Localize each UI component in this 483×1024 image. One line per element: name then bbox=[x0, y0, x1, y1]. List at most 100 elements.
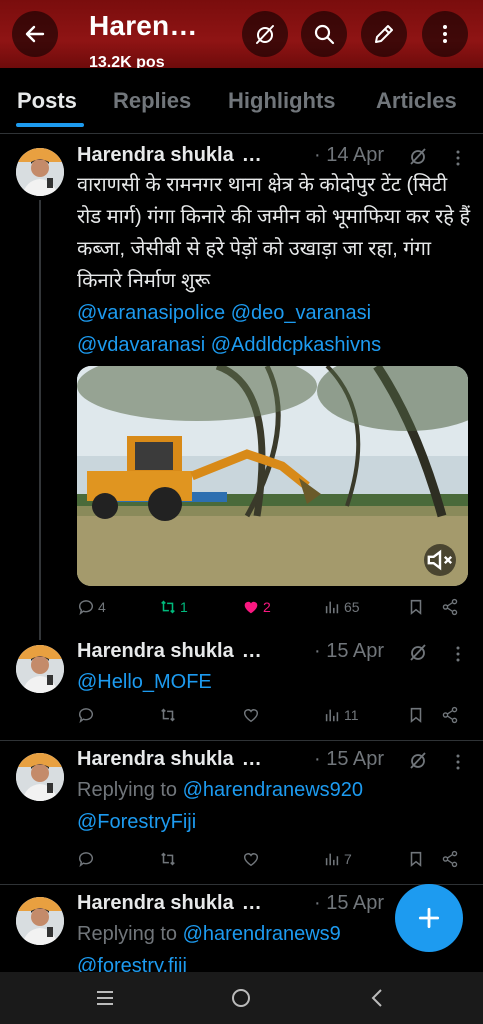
name-ellipsis: … bbox=[241, 748, 262, 770]
tab-replies[interactable]: Replies bbox=[113, 88, 191, 114]
author-name[interactable]: Harendra shukla bbox=[77, 640, 234, 662]
back-button[interactable] bbox=[12, 11, 58, 57]
replying-to-handle[interactable]: @harendranews9 bbox=[183, 923, 341, 945]
arrow-left-icon bbox=[25, 25, 45, 43]
mute-toggle[interactable] bbox=[424, 544, 456, 576]
bookmark-icon bbox=[410, 599, 422, 615]
compose-button[interactable] bbox=[361, 11, 407, 57]
reply-button[interactable] bbox=[77, 850, 95, 868]
post-date[interactable]: · 15 Apr bbox=[314, 640, 384, 663]
avatar[interactable] bbox=[16, 645, 64, 693]
bell-off-icon bbox=[410, 148, 426, 165]
avatar[interactable] bbox=[16, 897, 64, 945]
views-button[interactable]: 65 bbox=[323, 598, 360, 616]
author-name[interactable]: Harendra shukla bbox=[77, 144, 234, 166]
bookmark-button[interactable] bbox=[407, 598, 425, 616]
avatar-image bbox=[16, 645, 64, 693]
post-count: 13.2K pos bbox=[89, 54, 165, 68]
search-icon bbox=[314, 24, 335, 45]
author-row: Harendra shukla … bbox=[77, 640, 262, 666]
more-button[interactable] bbox=[422, 11, 468, 57]
avatar-image bbox=[16, 753, 64, 801]
replying-to-label: Replying to bbox=[77, 923, 178, 945]
reply-icon bbox=[78, 600, 93, 616]
share-button[interactable] bbox=[441, 598, 459, 616]
name-ellipsis: … bbox=[241, 640, 262, 662]
replying-to-handle[interactable]: @harendranews920 bbox=[183, 779, 363, 801]
views-button[interactable]: 7 bbox=[323, 850, 352, 868]
recent-apps-icon[interactable] bbox=[93, 986, 117, 1010]
plus-icon bbox=[418, 907, 440, 929]
author-name[interactable]: Harendra shukla bbox=[77, 748, 234, 770]
tab-posts[interactable]: Posts bbox=[17, 88, 77, 114]
author-name[interactable]: Harendra shukla bbox=[77, 892, 234, 914]
profile-name-title: Haren… bbox=[89, 10, 198, 41]
reply-button[interactable] bbox=[77, 706, 95, 724]
avatar[interactable] bbox=[16, 753, 64, 801]
share-icon bbox=[442, 706, 458, 724]
replying-to-label: Replying to bbox=[77, 779, 178, 801]
views-button[interactable]: 11 bbox=[323, 706, 359, 724]
more-vertical-icon bbox=[443, 25, 447, 43]
post-actions: 7 bbox=[77, 850, 467, 874]
system-nav-bar bbox=[0, 972, 483, 1024]
like-button[interactable]: 2 bbox=[242, 598, 271, 616]
tab-highlights[interactable]: Highlights bbox=[228, 88, 336, 114]
share-button[interactable] bbox=[441, 850, 459, 868]
bookmark-button[interactable] bbox=[407, 706, 425, 724]
more-vertical-icon[interactable] bbox=[448, 148, 468, 168]
mention-link[interactable]: @ForestryFiji bbox=[77, 806, 472, 838]
repost-button[interactable] bbox=[159, 850, 177, 868]
mentions-line[interactable]: @varanasipolice @deo_varanasi bbox=[77, 297, 472, 329]
post-actions: 11 bbox=[77, 706, 467, 730]
post-text: वाराणसी के रामनगर थाना क्षेत्र के कोदोपु… bbox=[77, 169, 472, 361]
bookmark-button[interactable] bbox=[407, 850, 425, 868]
post-date[interactable]: · 15 Apr bbox=[314, 892, 384, 915]
post-video[interactable] bbox=[77, 366, 468, 586]
repost-button[interactable]: 1 bbox=[159, 598, 188, 616]
more-vertical-icon[interactable] bbox=[448, 752, 468, 772]
mention-link[interactable]: @Hello_MOFE bbox=[77, 666, 472, 698]
post-text: @Hello_MOFE bbox=[77, 666, 472, 698]
heart-filled-icon bbox=[244, 601, 258, 614]
avatar[interactable] bbox=[16, 148, 64, 196]
share-button[interactable] bbox=[441, 706, 459, 724]
post-date[interactable]: · 14 Apr bbox=[314, 144, 384, 167]
reply-count: 4 bbox=[98, 599, 106, 615]
repost-count: 1 bbox=[180, 599, 188, 615]
post-text: Replying to @harendranews920 @ForestryFi… bbox=[77, 774, 472, 838]
reply-button[interactable]: 4 bbox=[77, 598, 106, 616]
reply-icon bbox=[78, 708, 93, 724]
repost-icon bbox=[161, 708, 175, 722]
mentions-line[interactable]: @vdavaranasi @Addldcpkashivns bbox=[77, 329, 472, 361]
views-icon bbox=[325, 853, 339, 866]
active-tab-indicator bbox=[16, 123, 84, 127]
like-button[interactable] bbox=[242, 706, 260, 724]
name-ellipsis: … bbox=[241, 144, 262, 166]
post-date[interactable]: · 15 Apr bbox=[314, 748, 384, 771]
mention-link[interactable]: @forestry.fiji bbox=[77, 950, 472, 972]
new-post-button[interactable] bbox=[395, 884, 463, 952]
more-vertical-icon[interactable] bbox=[448, 644, 468, 664]
thread-line bbox=[39, 200, 41, 640]
tab-articles[interactable]: Articles bbox=[376, 88, 457, 114]
like-button[interactable] bbox=[242, 850, 260, 868]
pen-icon bbox=[375, 25, 393, 43]
post-divider bbox=[0, 884, 483, 885]
avatar-image bbox=[16, 897, 64, 945]
home-icon[interactable] bbox=[229, 986, 253, 1010]
author-row: Harendra shukla … bbox=[77, 748, 262, 774]
heart-icon bbox=[243, 853, 259, 867]
muted-button[interactable] bbox=[242, 11, 288, 57]
repost-button[interactable] bbox=[159, 706, 177, 724]
repost-icon bbox=[161, 600, 175, 614]
search-button[interactable] bbox=[301, 11, 347, 57]
view-count: 65 bbox=[344, 599, 360, 615]
author-row: Harendra shukla … bbox=[77, 144, 262, 170]
back-nav-icon[interactable] bbox=[366, 986, 390, 1010]
repost-icon bbox=[161, 852, 175, 866]
profile-header: Haren… 13.2K pos bbox=[0, 0, 483, 68]
share-icon bbox=[442, 598, 458, 616]
post-actions: 4 1 2 65 bbox=[77, 598, 467, 622]
bookmark-icon bbox=[410, 707, 422, 723]
